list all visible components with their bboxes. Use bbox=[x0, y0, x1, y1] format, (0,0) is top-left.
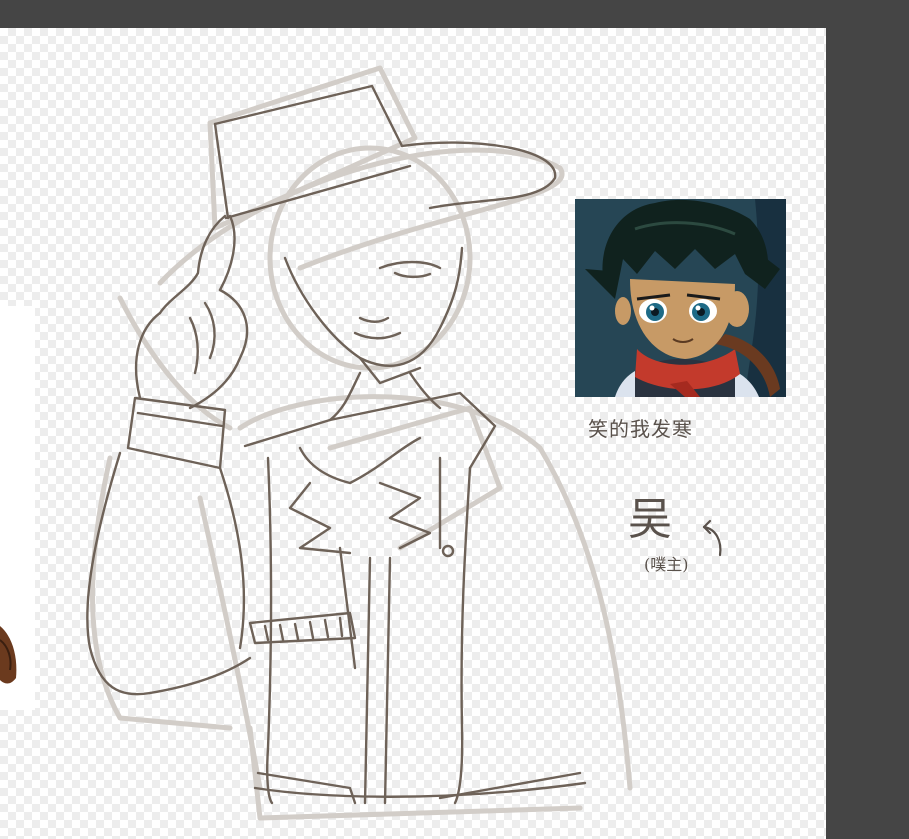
anime-boy-portrait bbox=[575, 199, 786, 397]
top-bar bbox=[0, 0, 909, 28]
reference-caption: 笑的我发寒 bbox=[588, 417, 693, 441]
handwritten-note: 吴 (噗主) bbox=[620, 483, 740, 583]
curved-arrow-icon bbox=[702, 519, 722, 557]
drawing-canvas[interactable]: 笑的我发寒 吴 (噗主) bbox=[0, 28, 826, 839]
note-character: 吴 bbox=[628, 494, 672, 545]
note-subtitle: (噗主) bbox=[644, 555, 689, 574]
right-side-panel bbox=[826, 28, 909, 839]
reference-portrait bbox=[575, 199, 786, 397]
